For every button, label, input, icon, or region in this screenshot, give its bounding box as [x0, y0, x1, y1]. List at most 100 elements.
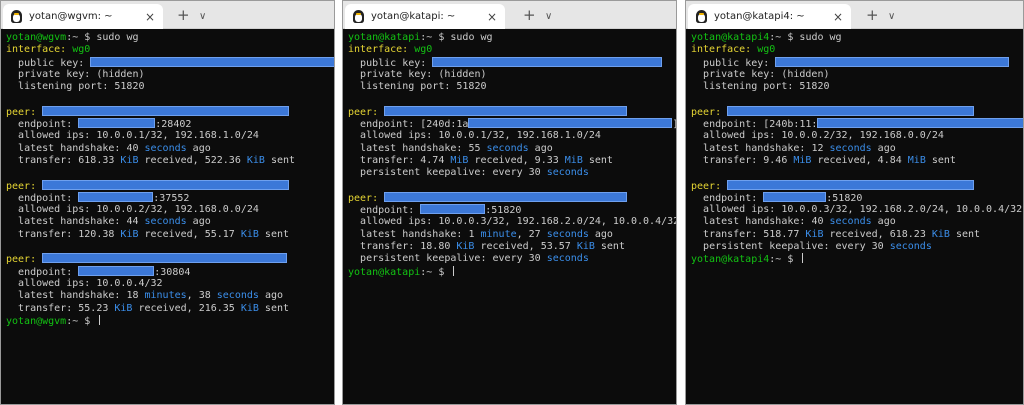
private-key-line: private key: (hidden): [6, 69, 329, 81]
text-cursor: [453, 265, 455, 276]
sent-unit: KiB: [240, 228, 259, 240]
sent-amount: 53.57: [540, 241, 577, 253]
transfer-line: transfer: 518.77 KiB received, 618.23 Ki…: [691, 229, 1018, 241]
prompt-line: yotan@katapi:~ $ sudo wg: [348, 32, 671, 44]
redacted-peer-key: [42, 253, 288, 264]
keepalive-value: every 30: [492, 167, 547, 179]
endpoint-port: ]:51820: [672, 119, 676, 130]
close-icon[interactable]: ×: [487, 10, 497, 24]
received-amount: 18.80: [420, 241, 457, 253]
handshake-suffix: ago: [588, 228, 613, 240]
keepalive-unit: seconds: [546, 253, 589, 265]
redacted-endpoint: [468, 118, 673, 129]
peer-line: peer:: [6, 179, 329, 192]
persistent-keepalive-label: persistent keepalive:: [360, 253, 487, 265]
chevron-down-icon[interactable]: ∨: [888, 8, 895, 26]
terminal-window-3: yotan@katapi4: ~ × + ∨ yotan@katapi4:~ $ sud…: [685, 0, 1024, 405]
endpoint-label: endpoint:: [703, 192, 758, 204]
prompt-symbol: $: [787, 254, 794, 266]
persistent-keepalive-label: persistent keepalive:: [360, 167, 487, 179]
endpoint-line: endpoint: [240b:11:]:51820: [691, 118, 1023, 130]
public-key-line: public key:: [348, 56, 671, 69]
redacted-peer-key: [384, 191, 628, 202]
received-unit: MiB: [793, 154, 812, 166]
peer-line: peer:: [348, 105, 671, 118]
close-icon[interactable]: ×: [833, 10, 843, 24]
sent-label: sent: [949, 228, 981, 240]
peer-line: peer:: [6, 105, 329, 118]
endpoint-line: endpoint: :30804: [6, 265, 329, 278]
handshake-unit: seconds: [486, 142, 529, 154]
redacted-endpoint: [817, 118, 1023, 129]
latest-handshake-line: latest handshake: 40 seconds ago: [691, 216, 1018, 228]
terminal-output[interactable]: yotan@wgvm:~ $ sudo wg interface: wg0 pub…: [1, 29, 334, 327]
new-tab-button[interactable]: +: [866, 6, 879, 24]
private-key-label: private key:: [703, 68, 776, 80]
new-tab-button[interactable]: +: [523, 6, 536, 24]
public-key-label: public key:: [360, 57, 427, 69]
tab-terminal[interactable]: yotan@wgvm: ~ ×: [3, 4, 163, 29]
transfer-label: transfer:: [18, 228, 73, 240]
interface-line: interface: wg0: [6, 44, 329, 56]
chevron-down-icon[interactable]: ∨: [199, 8, 206, 26]
endpoint-label: endpoint:: [18, 192, 73, 204]
command-text: sudo wg: [96, 32, 139, 43]
text-cursor: [99, 314, 101, 325]
prompt-symbol: $: [787, 32, 794, 43]
endpoint-port: :37552: [153, 192, 190, 204]
prompt-symbol: $: [438, 32, 445, 43]
allowed-ips-line: allowed ips: 10.0.0.3/32, 192.168.2.0/24…: [691, 204, 1022, 216]
sent-amount: 216.35: [198, 302, 241, 314]
title-bar: yotan@katapi4: ~ × + ∨: [686, 1, 1023, 29]
prompt-path: :~: [769, 254, 782, 266]
endpoint-line: endpoint: :51820: [348, 204, 671, 216]
endpoint-label: endpoint:: [18, 119, 73, 131]
prompt-path: :~: [420, 266, 433, 278]
received-unit: KiB: [805, 228, 824, 240]
transfer-line: transfer: 4.74 MiB received, 9.33 MiB se…: [348, 155, 671, 167]
received-amount: 9.46: [763, 154, 794, 166]
prompt-path: :~: [769, 32, 782, 43]
allowed-ips-value: 10.0.0.1/32, 192.168.1.0/24: [96, 130, 259, 142]
allowed-ips-label: allowed ips:: [360, 130, 433, 142]
interface-label: interface:: [348, 44, 409, 56]
handshake-number: 44: [126, 216, 145, 228]
transfer-label: transfer:: [360, 241, 415, 253]
title-bar: yotan@wgvm: ~ × + ∨: [1, 1, 334, 29]
peer-line: peer:: [691, 105, 1018, 118]
prompt-line: yotan@katapi4:~ $: [691, 253, 1018, 265]
allowed-ips-line: allowed ips: 10.0.0.2/32, 192.168.0.0/24: [691, 130, 1018, 142]
prompt-line: yotan@katapi:~ $: [348, 265, 671, 278]
allowed-ips-value: 10.0.0.2/32, 192.168.0.0/24: [781, 130, 944, 142]
listening-port-line: listening port: 51820: [348, 81, 671, 93]
close-icon[interactable]: ×: [145, 10, 155, 24]
received-unit: MiB: [450, 154, 469, 166]
received-unit: KiB: [120, 154, 139, 166]
prompt-symbol: $: [438, 266, 445, 278]
handshake-number: 1: [468, 228, 481, 240]
terminal-output[interactable]: yotan@katapi4:~ $ sudo wg interface: wg0 …: [686, 29, 1023, 266]
endpoint-line: endpoint: :51820: [691, 191, 1018, 204]
handshake-unit: seconds: [144, 142, 187, 154]
tab-terminal[interactable]: yotan@katapi: ~ ×: [345, 4, 505, 29]
command-text: sudo wg: [799, 32, 842, 43]
transfer-label: transfer:: [18, 302, 73, 314]
allowed-ips-label: allowed ips:: [703, 204, 776, 216]
handshake-number: 12: [811, 142, 830, 154]
prompt-path: :~: [66, 32, 79, 43]
prompt-user: yotan@katapi4: [691, 32, 770, 43]
tab-terminal[interactable]: yotan@katapi4: ~ ×: [688, 4, 851, 29]
redacted-endpoint: [78, 265, 155, 276]
chevron-down-icon[interactable]: ∨: [545, 8, 552, 26]
handshake-suffix: ago: [871, 142, 896, 154]
received-amount: 55.23: [78, 302, 115, 314]
redacted-public-key: [432, 56, 663, 67]
allowed-ips-label: allowed ips:: [18, 130, 91, 142]
latest-handshake-line: latest handshake: 1 minute, 27 seconds a…: [348, 229, 671, 241]
new-tab-button[interactable]: +: [177, 6, 190, 24]
public-key-line: public key:: [691, 56, 1018, 69]
sent-label: sent: [258, 228, 290, 240]
handshake-unit: seconds: [829, 216, 872, 228]
terminal-output[interactable]: yotan@katapi:~ $ sudo wg interface: wg0 p…: [343, 29, 676, 278]
